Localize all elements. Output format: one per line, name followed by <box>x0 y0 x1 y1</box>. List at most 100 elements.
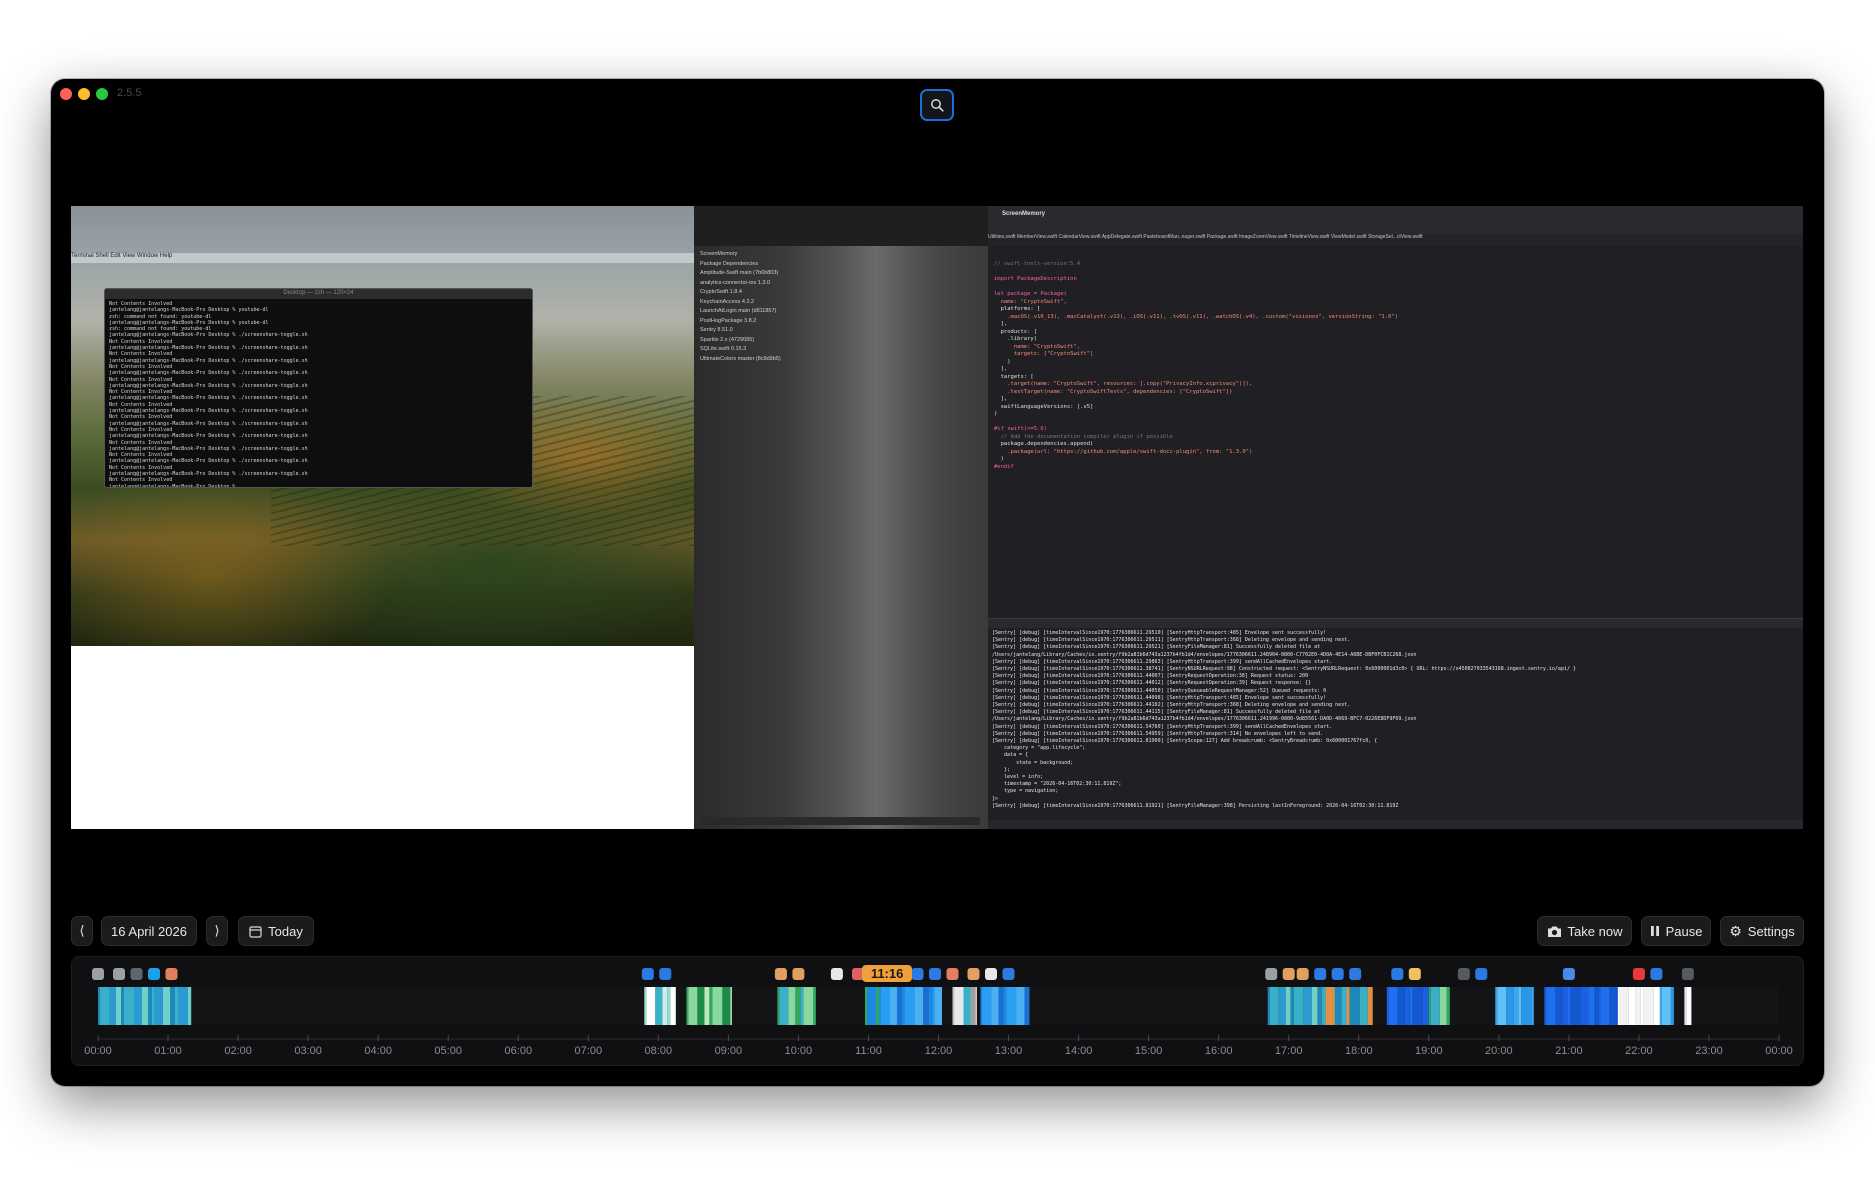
timeline-slice[interactable] <box>1303 987 1312 1025</box>
timeline-slice[interactable] <box>697 987 705 1025</box>
timeline-slice[interactable] <box>1497 987 1507 1025</box>
timeline-slice[interactable] <box>879 987 881 1025</box>
timeline-slice[interactable] <box>897 987 902 1025</box>
pause-button[interactable]: Pause <box>1641 916 1711 946</box>
timeline-slice[interactable] <box>1521 987 1532 1025</box>
current-time-indicator[interactable]: 11:16 <box>862 965 913 982</box>
timeline-slice[interactable] <box>929 987 933 1025</box>
timeline-slice[interactable] <box>709 987 713 1025</box>
timeline-segment[interactable] <box>1544 987 1618 1025</box>
timeline-segment[interactable] <box>980 987 1030 1025</box>
timeline-slice[interactable] <box>134 987 142 1025</box>
timeline-slice[interactable] <box>1439 987 1447 1025</box>
timeline-slice[interactable] <box>1278 987 1286 1025</box>
timeline-slice[interactable] <box>1409 987 1413 1025</box>
app-icon[interactable] <box>1265 968 1278 980</box>
timeline-slice[interactable] <box>667 987 671 1025</box>
timeline-slice[interactable] <box>722 987 731 1025</box>
timeline-slice[interactable] <box>1661 987 1671 1025</box>
timeline-slice[interactable] <box>98 987 100 1025</box>
timeline-slice[interactable] <box>1670 987 1674 1025</box>
timeline-slice[interactable] <box>1422 987 1429 1025</box>
timeline-slice[interactable] <box>777 987 780 1025</box>
timeline-slice[interactable] <box>788 987 796 1025</box>
timeline-slice[interactable] <box>1349 987 1360 1025</box>
app-icon[interactable] <box>92 968 104 980</box>
timeline-slice[interactable] <box>779 987 789 1025</box>
timeline-slice[interactable] <box>915 987 923 1025</box>
timeline-slice[interactable] <box>1495 987 1498 1025</box>
timeline-slice[interactable] <box>1311 987 1318 1025</box>
timeline-segment[interactable] <box>98 987 192 1025</box>
app-icon[interactable] <box>830 968 843 980</box>
app-icon[interactable] <box>1314 968 1327 980</box>
timeline-slice[interactable] <box>1388 987 1398 1025</box>
timeline-slice[interactable] <box>1317 987 1322 1025</box>
app-icon[interactable] <box>1282 968 1295 980</box>
timeline-slice[interactable] <box>1293 987 1304 1025</box>
screenshot-preview[interactable]: Terminal Shell Edit View Window Help Des… <box>71 206 1803 829</box>
timeline-slice[interactable] <box>813 987 816 1025</box>
timeline-slice[interactable] <box>655 987 663 1025</box>
date-button[interactable]: 16 April 2026 <box>101 916 197 946</box>
timeline-slice[interactable] <box>982 987 992 1025</box>
timeline-slice[interactable] <box>1404 987 1410 1025</box>
app-icon[interactable] <box>774 968 787 980</box>
zoom-window-button[interactable] <box>96 88 108 100</box>
timeline-slice[interactable] <box>1531 987 1534 1025</box>
timeline-segment[interactable] <box>777 987 816 1025</box>
timeline-slice[interactable] <box>1024 987 1030 1025</box>
app-icon[interactable] <box>1002 968 1015 980</box>
timeline-slice[interactable] <box>1659 987 1662 1025</box>
timeline-slice[interactable] <box>178 987 188 1025</box>
next-day-button[interactable]: ⟩ <box>206 916 228 946</box>
timeline-slice[interactable] <box>803 987 814 1025</box>
timeline-slice[interactable] <box>1359 987 1368 1025</box>
timeline-slice[interactable] <box>1588 987 1595 1025</box>
timeline-slice[interactable] <box>1518 987 1522 1025</box>
timeline-slice[interactable] <box>975 987 978 1025</box>
app-icon[interactable] <box>1681 968 1694 980</box>
timeline-slice[interactable] <box>1598 987 1601 1025</box>
timeline-slice[interactable] <box>1600 987 1610 1025</box>
timeline-slice[interactable] <box>152 987 154 1025</box>
timeline-slice[interactable] <box>670 987 676 1025</box>
today-button[interactable]: Today <box>238 916 314 946</box>
app-icon[interactable] <box>659 968 672 980</box>
app-icon[interactable] <box>113 968 125 980</box>
timeline-slice[interactable] <box>998 987 1004 1025</box>
timeline-slice[interactable] <box>905 987 915 1025</box>
timeline-slice[interactable] <box>100 987 109 1025</box>
timeline-slice[interactable] <box>1617 987 1620 1025</box>
timeline-slice[interactable] <box>686 987 689 1025</box>
timeline-slice[interactable] <box>1609 987 1617 1025</box>
timeline-slice[interactable] <box>116 987 121 1025</box>
timeline-slice[interactable] <box>1003 987 1007 1025</box>
timeline-slice[interactable] <box>1397 987 1405 1025</box>
app-icon[interactable] <box>1632 968 1645 980</box>
timeline-slice[interactable] <box>890 987 897 1025</box>
app-icon[interactable] <box>1457 968 1470 980</box>
timeline-slice[interactable] <box>1616 987 1618 1025</box>
app-icon[interactable] <box>1475 968 1488 980</box>
timeline-segment[interactable] <box>686 987 732 1025</box>
app-icon[interactable] <box>1562 968 1575 980</box>
app-icon[interactable] <box>1349 968 1362 980</box>
timeline-slice[interactable] <box>1513 987 1519 1025</box>
timeline-slice[interactable] <box>1640 987 1644 1025</box>
timeline-slice[interactable] <box>933 987 935 1025</box>
app-icon[interactable] <box>1331 968 1344 980</box>
timeline-slice[interactable] <box>1346 987 1350 1025</box>
settings-button[interactable]: ⚙ Settings <box>1720 916 1804 946</box>
timeline-slice[interactable] <box>1684 987 1687 1025</box>
timeline-slice[interactable] <box>148 987 152 1025</box>
app-icon[interactable] <box>967 968 980 980</box>
minimize-window-button[interactable] <box>78 88 90 100</box>
timeline-slice[interactable] <box>867 987 876 1025</box>
take-now-button[interactable]: Take now <box>1537 916 1632 946</box>
timeline-slice[interactable] <box>1555 987 1563 1025</box>
timeline-slice[interactable] <box>688 987 698 1025</box>
timeline-slice[interactable] <box>662 987 668 1025</box>
timeline-slice[interactable] <box>923 987 929 1025</box>
timeline-segment[interactable] <box>879 987 942 1025</box>
